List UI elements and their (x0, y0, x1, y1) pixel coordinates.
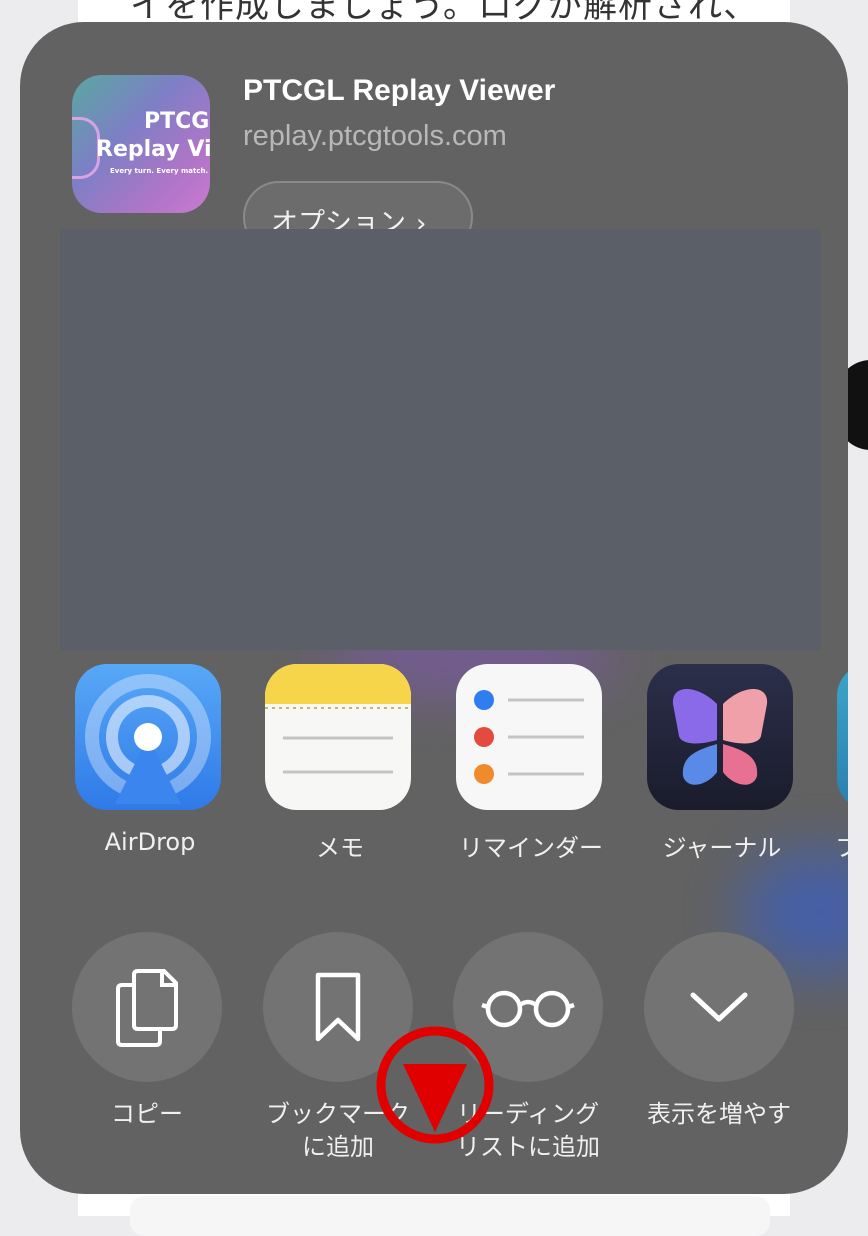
action-label-line1: 表示を増やす (647, 1100, 791, 1128)
action-label: コピー (42, 1098, 252, 1131)
share-app-airdrop[interactable]: AirDrop (75, 664, 225, 864)
share-app-label: リマインダー (459, 834, 603, 862)
app-icon-text-line1: PTCGL (144, 109, 210, 134)
share-app-label: AirDrop (104, 828, 196, 856)
app-icon-text-line2: Replay Vie (96, 137, 210, 162)
copy-icon (72, 932, 222, 1082)
background-card (130, 1196, 770, 1236)
share-app-label: フ (835, 834, 848, 862)
copy-button[interactable]: コピー (72, 932, 222, 1172)
share-app-notes[interactable]: メモ (265, 664, 415, 864)
action-label: 表示を増やす (614, 1098, 824, 1131)
annotation-marker (376, 1026, 494, 1144)
chevron-down-icon (644, 932, 794, 1082)
site-url: replay.ptcgtools.com (243, 120, 507, 152)
site-title: PTCGL Replay Viewer (243, 74, 556, 107)
action-label-line1: コピー (111, 1100, 183, 1128)
notes-icon (265, 664, 411, 810)
app-icon-tagline: Every turn. Every match. Eve (110, 167, 210, 175)
reminders-icon (456, 664, 602, 810)
app-icon (837, 664, 848, 810)
share-sheet: PTCGL Replay Vie Every turn. Every match… (20, 22, 848, 1194)
share-app-label: メモ (316, 834, 364, 862)
share-app-reminders[interactable]: リマインダー (456, 664, 606, 864)
show-more-button[interactable]: 表示を増やす (644, 932, 794, 1172)
share-app-partial[interactable]: フ (835, 664, 848, 864)
airdrop-icon (75, 664, 221, 810)
site-app-icon: PTCGL Replay Vie Every turn. Every match… (72, 75, 210, 213)
journal-icon (647, 664, 793, 810)
redacted-area (60, 229, 821, 650)
